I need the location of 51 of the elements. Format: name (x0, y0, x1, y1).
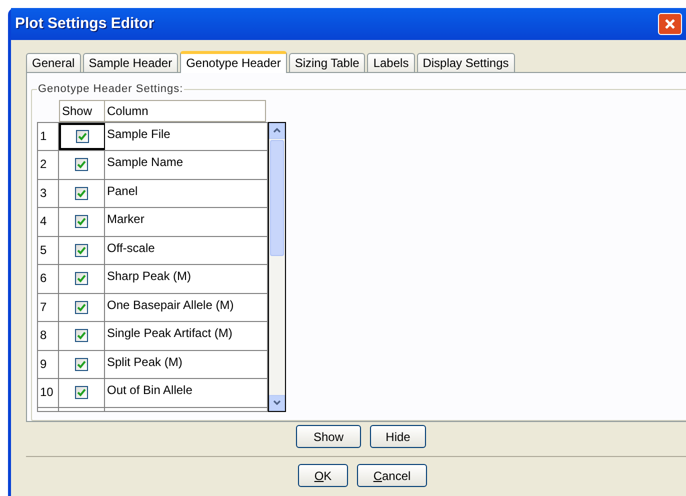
table-cell-text: Sharp Peak (M) (106, 268, 192, 285)
checkbox[interactable] (75, 386, 88, 400)
scrollbar[interactable] (268, 122, 286, 412)
group-title: Genotype Header Settings: (37, 82, 184, 97)
checkbox[interactable] (75, 244, 88, 257)
row-number: 10 (38, 379, 59, 406)
table-cell-text: Marker (106, 211, 146, 228)
close-button[interactable] (658, 13, 682, 35)
tab[interactable]: General (26, 53, 81, 72)
table-cell-text: Off-scale (106, 240, 156, 256)
scroll-up-button[interactable] (269, 122, 285, 138)
push-button[interactable]: Show (296, 425, 361, 448)
table-cell-text: Sample File (106, 126, 172, 142)
tab[interactable]: Display Settings (416, 53, 515, 72)
row-number: 1 (38, 122, 59, 150)
row-number: 6 (38, 265, 59, 292)
row-number: 5 (38, 236, 59, 264)
row-number: 7 (38, 294, 59, 321)
table-cell[interactable] (59, 122, 105, 150)
table-cell-text: One Basepair Allele (M) (106, 296, 235, 314)
checkbox[interactable] (76, 130, 89, 143)
tab[interactable]: Labels (367, 53, 415, 72)
push-button[interactable]: OK (298, 464, 348, 487)
checkbox[interactable] (75, 158, 88, 172)
checkbox[interactable] (75, 215, 88, 228)
row-number: 4 (38, 208, 59, 236)
table-cell-text: Panel (106, 182, 139, 200)
table-cell-text: Single Peak Artifact (M) (106, 325, 234, 342)
checkbox[interactable] (75, 300, 88, 314)
column-header[interactable]: Column (105, 100, 266, 122)
checkbox[interactable] (75, 358, 88, 371)
window-title: Plot Settings Editor (15, 14, 154, 34)
row-number: 2 (38, 151, 59, 178)
table-cell-text: Sample Name (106, 154, 184, 171)
push-button[interactable]: Cancel (357, 464, 427, 487)
table-cell-text: Out of Bin Allele (106, 382, 194, 399)
row-number: 3 (38, 180, 59, 207)
checkbox[interactable] (75, 329, 88, 342)
checkbox[interactable] (75, 186, 88, 200)
row-number: 8 (38, 322, 59, 350)
scroll-down-button[interactable] (269, 394, 285, 410)
row-number: 9 (38, 350, 59, 378)
tab[interactable]: Sample Header (82, 53, 178, 72)
scroll-thumb[interactable] (270, 140, 284, 256)
table-cell-text: Split Peak (M) (106, 354, 184, 370)
tab[interactable]: Genotype Header (180, 51, 287, 73)
close-icon (664, 18, 676, 30)
tab[interactable]: Sizing Table (288, 53, 366, 72)
push-button[interactable]: Hide (370, 425, 426, 448)
checkbox[interactable] (75, 272, 88, 286)
column-header[interactable]: Show (59, 100, 105, 122)
